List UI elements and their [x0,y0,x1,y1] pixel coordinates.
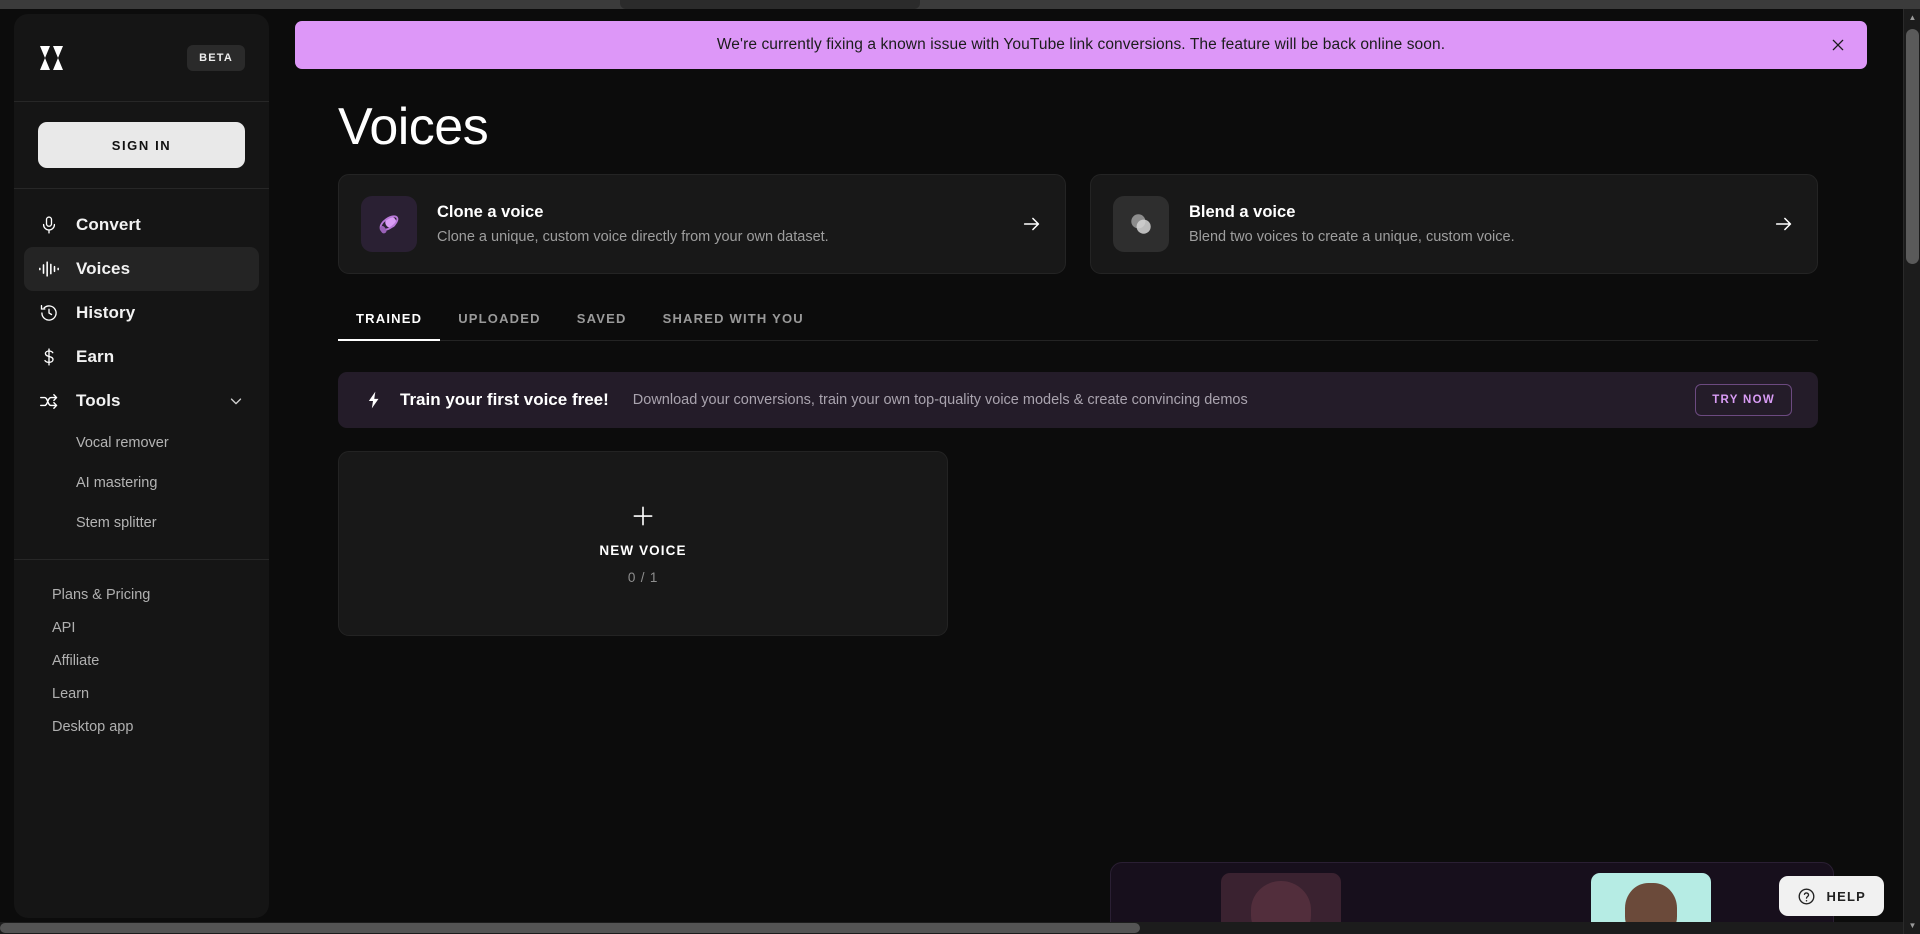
train-voice-promo-strip: Train your first voice free! Download yo… [338,372,1818,428]
thumbnail-person-graphic [1625,883,1677,922]
promo-description: Download your conversions, train your ow… [633,392,1248,408]
question-mark-circle-icon [1797,887,1816,906]
vertical-scrollbar[interactable]: ▲ ▼ [1903,9,1920,934]
sidebar-item-label: Tools [76,391,121,411]
sidebar: BETA SIGN IN Convert [14,14,269,918]
beta-badge: BETA [187,45,245,71]
sidebar-item-history[interactable]: History [24,291,259,335]
sidebar-subitem-ai-mastering[interactable]: AI mastering [24,463,259,503]
tab-shared-with-you[interactable]: SHARED WITH YOU [645,296,822,340]
sidebar-link-affiliate[interactable]: Affiliate [24,644,259,677]
sidebar-subitem-vocal-remover[interactable]: Vocal remover [24,423,259,463]
blend-a-voice-card[interactable]: Blend a voice Blend two voices to create… [1090,174,1818,274]
sidebar-link-api[interactable]: API [24,611,259,644]
voice-grid: NEW VOICE 0 / 1 [338,451,1818,636]
blend-card-title: Blend a voice [1189,203,1515,222]
caret-up-icon[interactable]: ▲ [1904,9,1920,26]
caret-down-icon[interactable]: ▼ [1904,917,1920,934]
video-thumbnail[interactable] [1591,873,1711,922]
brand-logo-icon[interactable] [38,44,68,72]
microphone-icon [38,214,60,236]
sign-in-section: SIGN IN [14,102,269,189]
clone-a-voice-card[interactable]: Clone a voice Clone a unique, custom voi… [338,174,1066,274]
sidebar-item-earn[interactable]: Earn [24,335,259,379]
two-circles-blend-icon [1113,196,1169,252]
voice-tabs: TRAINED UPLOADED SAVED SHARED WITH YOU [338,297,1818,341]
lightning-bolt-icon [364,390,384,410]
sidebar-link-plans-pricing[interactable]: Plans & Pricing [24,578,259,611]
browser-chrome-strip [0,0,1920,9]
help-label: HELP [1827,889,1866,904]
plus-icon [630,503,656,529]
tab-uploaded[interactable]: UPLOADED [440,296,559,340]
blend-card-body: Blend a voice Blend two voices to create… [1189,203,1515,245]
sidebar-link-learn[interactable]: Learn [24,677,259,710]
sidebar-link-desktop-app[interactable]: Desktop app [24,710,259,743]
sidebar-item-convert[interactable]: Convert [24,203,259,247]
promo-headline: Train your first voice free! [400,390,609,410]
notice-banner: We're currently fixing a known issue wit… [295,21,1867,69]
clone-card-subtitle: Clone a unique, custom voice directly fr… [437,229,829,245]
sidebar-item-voices[interactable]: Voices [24,247,259,291]
sidebar-item-tools[interactable]: Tools [24,379,259,423]
clone-card-title: Clone a voice [437,203,829,222]
clone-card-body: Clone a voice Clone a unique, custom voi… [437,203,829,245]
video-thumbnail[interactable] [1221,873,1341,922]
arrow-right-icon[interactable] [1021,213,1043,235]
page-title: Voices [338,97,488,157]
tab-saved[interactable]: SAVED [559,296,645,340]
sidebar-item-label: History [76,303,135,323]
video-promo-panel[interactable] [1110,862,1834,922]
arrow-right-icon[interactable] [1773,213,1795,235]
sidebar-subitem-stem-splitter[interactable]: Stem splitter [24,503,259,543]
sidebar-header: BETA [14,14,269,102]
tab-trained[interactable]: TRAINED [338,296,440,340]
new-voice-count: 0 / 1 [628,570,658,585]
sidebar-nav: Convert Voices History [14,189,269,560]
planet-orbit-icon [361,196,417,252]
chevron-down-icon[interactable] [227,392,245,410]
app-root: BETA SIGN IN Convert [0,0,1920,934]
blend-card-subtitle: Blend two voices to create a unique, cus… [1189,229,1515,245]
horizontal-scrollbar[interactable] [0,922,1903,934]
vertical-scrollbar-thumb[interactable] [1906,29,1919,264]
sidebar-item-label: Convert [76,215,141,235]
browser-tab-notch [620,0,920,9]
new-voice-label: NEW VOICE [599,543,686,558]
clock-history-icon [38,302,60,324]
close-icon[interactable] [1827,34,1849,56]
notice-message: We're currently fixing a known issue wit… [717,36,1445,54]
promo-cards: Clone a voice Clone a unique, custom voi… [338,174,1818,274]
sidebar-item-label: Earn [76,347,114,367]
help-button[interactable]: HELP [1779,876,1884,916]
tools-shuffle-icon [38,390,60,412]
new-voice-tile[interactable]: NEW VOICE 0 / 1 [338,451,948,636]
sign-in-button[interactable]: SIGN IN [38,122,245,168]
sidebar-secondary-links: Plans & Pricing API Affiliate Learn Desk… [14,560,269,761]
try-now-button[interactable]: TRY NOW [1695,384,1792,416]
main-content: We're currently fixing a known issue wit… [280,9,1894,922]
dollar-icon [38,346,60,368]
waveform-icon [38,258,60,280]
thumbnail-person-graphic [1251,881,1311,922]
horizontal-scrollbar-thumb[interactable] [0,923,1140,933]
sidebar-item-label: Voices [76,259,130,279]
